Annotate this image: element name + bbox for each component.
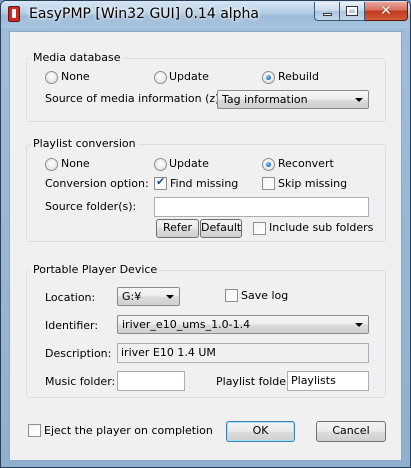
eject-checkbox[interactable] <box>28 424 41 437</box>
playlist-none-label[interactable]: None <box>61 157 90 170</box>
include-sub-folders-checkbox[interactable] <box>253 222 266 235</box>
music-folder-label: Music folder: <box>45 375 116 388</box>
dialog-body: Media database None Update Rebuild Sourc… <box>9 31 402 461</box>
window-title: EasyPMP [Win32 GUI] 0.14 alpha <box>29 6 260 22</box>
identifier-value: iriver_e10_ums_1.0-1.4 <box>122 318 251 331</box>
chevron-down-icon <box>166 295 174 299</box>
media-rebuild-label[interactable]: Rebuild <box>278 70 319 83</box>
find-missing-label[interactable]: Find missing <box>170 177 238 190</box>
refer-button[interactable]: Refer <box>156 219 199 238</box>
source-folders-input[interactable] <box>154 197 369 217</box>
chevron-down-icon <box>355 323 363 327</box>
playlist-none-radio[interactable] <box>45 158 58 171</box>
include-sub-folders-label[interactable]: Include sub folders <box>269 221 373 234</box>
save-log-label[interactable]: Save log <box>241 289 288 302</box>
media-database-label: Media database <box>31 51 123 64</box>
playlist-folder-input[interactable]: Playlists <box>287 371 369 391</box>
save-log-checkbox[interactable] <box>225 289 238 302</box>
default-button[interactable]: Default <box>200 219 242 238</box>
location-label: Location: <box>45 291 96 304</box>
maximize-button[interactable] <box>340 2 365 21</box>
description-field: iriver E10 1.4 UM <box>117 343 369 363</box>
find-missing-checkbox[interactable] <box>154 175 167 190</box>
skip-missing-checkbox[interactable] <box>262 177 275 190</box>
identifier-select[interactable]: iriver_e10_ums_1.0-1.4 <box>117 315 369 334</box>
playlist-conversion-label: Playlist conversion <box>31 137 138 150</box>
title-bar[interactable]: EasyPMP [Win32 GUI] 0.14 alpha ✕ <box>1 1 410 28</box>
playlist-reconvert-label[interactable]: Reconvert <box>278 157 334 170</box>
conversion-option-label: Conversion option: <box>45 177 149 190</box>
media-source-select[interactable]: Tag information <box>217 90 369 109</box>
app-window: EasyPMP [Win32 GUI] 0.14 alpha ✕ Media d… <box>0 0 411 468</box>
eject-label[interactable]: Eject the player on completion <box>44 424 213 437</box>
source-folders-label: Source folder(s): <box>45 200 137 213</box>
close-icon: ✕ <box>380 3 392 19</box>
music-folder-input[interactable] <box>117 371 185 391</box>
playlist-update-label[interactable]: Update <box>169 157 209 170</box>
media-none-radio[interactable] <box>45 71 58 84</box>
minimize-icon <box>322 12 332 16</box>
app-logo-icon[interactable] <box>8 6 20 22</box>
media-update-radio[interactable] <box>154 71 167 84</box>
playlist-reconvert-radio[interactable] <box>262 158 275 171</box>
cancel-button[interactable]: Cancel <box>316 421 386 442</box>
close-button[interactable]: ✕ <box>365 2 408 21</box>
playlist-update-radio[interactable] <box>154 158 167 171</box>
location-value: G:¥ <box>122 290 142 303</box>
maximize-icon <box>346 6 358 16</box>
skip-missing-label[interactable]: Skip missing <box>278 177 347 190</box>
description-label: Description: <box>45 347 112 360</box>
media-update-label[interactable]: Update <box>169 70 209 83</box>
media-rebuild-radio[interactable] <box>262 71 275 84</box>
portable-device-label: Portable Player Device <box>31 263 160 276</box>
ok-button[interactable]: OK <box>226 421 295 442</box>
identifier-label: Identifier: <box>45 319 99 332</box>
media-none-label[interactable]: None <box>61 70 90 83</box>
chevron-down-icon <box>355 98 363 102</box>
minimize-button[interactable] <box>314 2 340 21</box>
media-source-label: Source of media information (z): <box>45 92 224 105</box>
media-source-value: Tag information <box>222 93 308 106</box>
location-select[interactable]: G:¥ <box>117 287 180 306</box>
playlist-folder-label: Playlist folder: <box>216 375 295 388</box>
